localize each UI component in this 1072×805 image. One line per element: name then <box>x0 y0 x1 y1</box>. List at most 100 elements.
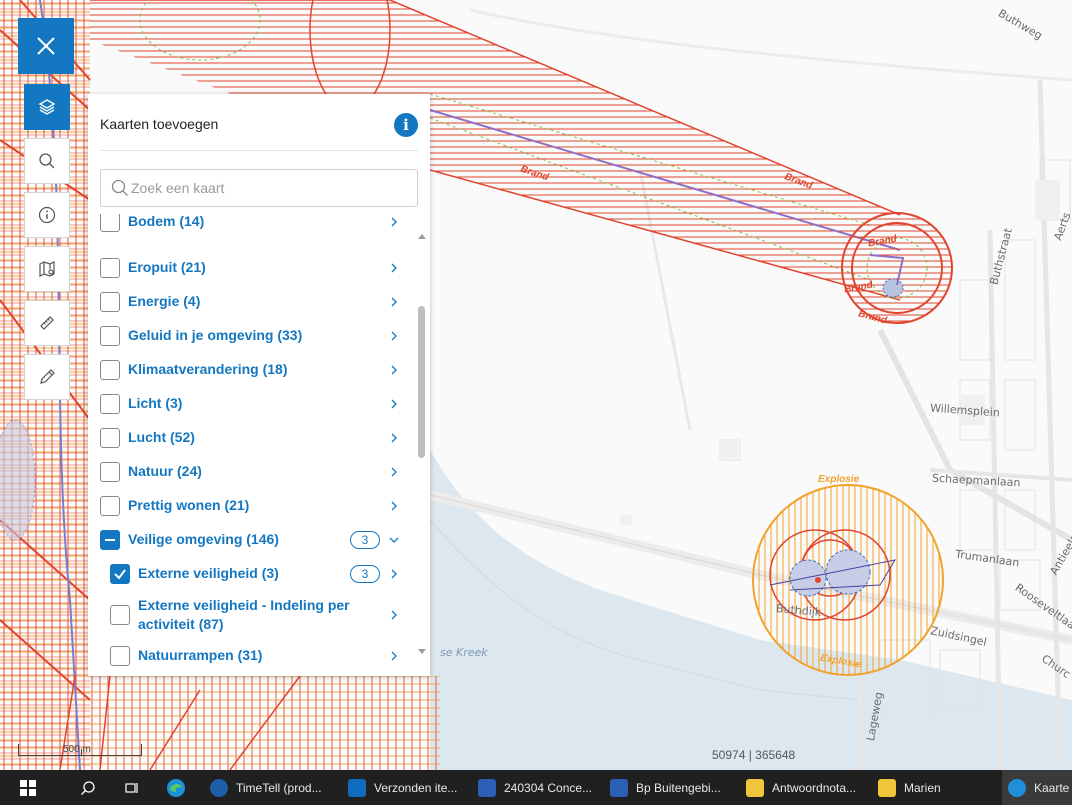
edge-icon <box>167 778 185 797</box>
checkbox[interactable] <box>100 428 120 448</box>
chevron-right-icon <box>391 433 397 443</box>
list-item-label: Externe veiligheid (3) <box>138 565 279 581</box>
taskbar-app-label: 240304 Conce... <box>504 780 593 795</box>
info-icon <box>38 206 56 224</box>
folder-icon <box>746 778 764 797</box>
taskbar-app-label: Verzonden ite... <box>374 780 458 795</box>
chevron-down-icon <box>389 537 399 543</box>
list-item-bodem[interactable]: Bodem (14) <box>88 214 410 236</box>
taskbar-app-antwoordnota[interactable]: Antwoordnota... <box>742 770 868 805</box>
list-item-label: Natuur (24) <box>128 463 202 479</box>
search-icon <box>81 780 95 795</box>
checkbox[interactable] <box>100 258 120 278</box>
list-item-externe-veiligheid-indeling[interactable]: Externe veiligheid - Indeling per activi… <box>88 594 410 636</box>
map-location-button[interactable] <box>24 246 70 292</box>
windows-logo-icon <box>20 779 36 796</box>
checkbox[interactable] <box>100 292 120 312</box>
taskbar-app-word-concept[interactable]: 240304 Conce... <box>474 770 600 805</box>
search-box[interactable] <box>100 169 418 207</box>
list-item-natuur[interactable]: Natuur (24) <box>88 458 410 486</box>
coordinates-readout: 50974 | 365648 <box>712 748 796 762</box>
list-item-externe-veiligheid[interactable]: Externe veiligheid (3) 3 <box>88 560 410 588</box>
checkbox[interactable] <box>100 394 120 414</box>
taskbar-app-kaarten[interactable]: Kaarte <box>1002 770 1072 805</box>
measure-button[interactable] <box>24 300 70 346</box>
chevron-right-icon <box>391 297 397 307</box>
chevron-right-icon <box>391 399 397 409</box>
checkbox[interactable] <box>100 462 120 482</box>
chevron-right-icon <box>391 651 397 661</box>
search-icon <box>111 179 128 196</box>
layers-button[interactable] <box>24 84 70 130</box>
hazard-label: Explosie <box>818 474 860 485</box>
taskbar-app-label: Kaarte <box>1034 780 1070 795</box>
taskbar-app-timetell[interactable]: TimeTell (prod... <box>206 770 332 805</box>
list-item-natuurrampen[interactable]: Natuurrampen (31) <box>88 642 410 670</box>
close-button[interactable] <box>18 18 74 74</box>
add-maps-panel: Kaarten toevoegen i Bodem (14) Eropuit (… <box>88 94 430 676</box>
search-input[interactable] <box>131 172 411 204</box>
scale-bar: 500 m <box>18 744 142 756</box>
info-tool-button[interactable] <box>24 192 70 238</box>
list-item-label: Energie (4) <box>128 293 201 309</box>
list-item-label: Bodem (14) <box>128 214 205 229</box>
checkbox[interactable] <box>100 360 120 380</box>
list-item-energie[interactable]: Energie (4) <box>88 288 410 316</box>
chevron-right-icon <box>391 263 397 273</box>
taskbar-search-button[interactable] <box>70 770 106 805</box>
list-item-eropuit[interactable]: Eropuit (21) <box>88 254 410 282</box>
list-item-veilige-omgeving[interactable]: Veilige omgeving (146) 3 <box>88 526 410 554</box>
taskbar-app-label: Antwoordnota... <box>772 780 857 795</box>
taskbar-app-marien[interactable]: Marien <box>874 770 974 805</box>
checkbox[interactable] <box>110 646 130 666</box>
chevron-right-icon <box>391 467 397 477</box>
chevron-right-icon <box>391 217 397 227</box>
task-view-button[interactable] <box>114 770 150 805</box>
pencil-icon <box>40 369 55 384</box>
close-icon <box>37 37 55 55</box>
checkbox-checked[interactable] <box>110 564 130 584</box>
list-item-label: Geluid in je omgeving (33) <box>128 327 303 343</box>
list-item-label: Externe veiligheid - Indeling per <box>138 597 350 613</box>
timetell-icon <box>210 778 228 797</box>
layers-icon <box>38 99 56 115</box>
outlook-icon <box>348 778 366 797</box>
search-icon <box>39 153 55 169</box>
list-item-geluid[interactable]: Geluid in je omgeving (33) <box>88 322 410 350</box>
checkbox-indeterminate[interactable] <box>100 530 120 550</box>
map-pin-icon <box>39 261 55 277</box>
word-icon <box>478 778 496 797</box>
list-item-label-line2: activiteit (87) <box>138 616 224 632</box>
list-item-label: Klimaatverandering (18) <box>128 361 288 377</box>
folder-icon <box>878 778 896 797</box>
list-item-licht[interactable]: Licht (3) <box>88 390 410 418</box>
start-button[interactable] <box>10 770 46 805</box>
edge-browser-button[interactable] <box>158 770 194 805</box>
list-item-label: Prettig wonen (21) <box>128 497 250 513</box>
list-item-label: Veilige omgeving (146) <box>128 531 279 547</box>
search-tool-button[interactable] <box>24 138 70 184</box>
taskbar-app-label: TimeTell (prod... <box>236 780 322 795</box>
list-item-klimaatverandering[interactable]: Klimaatverandering (18) <box>88 356 410 384</box>
draw-button[interactable] <box>24 354 70 400</box>
edge-icon <box>1008 778 1026 797</box>
checkbox[interactable] <box>110 605 130 625</box>
scrollbar-thumb[interactable] <box>418 306 425 458</box>
minus-icon <box>105 539 115 541</box>
info-button[interactable]: i <box>394 113 418 137</box>
checkbox[interactable] <box>100 326 120 346</box>
word-icon <box>610 778 628 797</box>
checkbox[interactable] <box>100 214 120 232</box>
scale-label: 500 m <box>63 744 91 755</box>
chevron-right-icon <box>391 331 397 341</box>
list-item-lucht[interactable]: Lucht (52) <box>88 424 410 452</box>
task-view-icon <box>125 782 138 793</box>
water-label: se Kreek <box>440 646 488 659</box>
taskbar-app-label: Marien <box>904 780 941 795</box>
taskbar-app-outlook[interactable]: Verzonden ite... <box>344 770 470 805</box>
list-item-prettig-wonen[interactable]: Prettig wonen (21) <box>88 492 410 520</box>
chevron-right-icon <box>391 365 397 375</box>
taskbar-app-word-bp[interactable]: Bp Buitengebi... <box>606 770 732 805</box>
list-item-label: Eropuit (21) <box>128 259 206 275</box>
checkbox[interactable] <box>100 496 120 516</box>
